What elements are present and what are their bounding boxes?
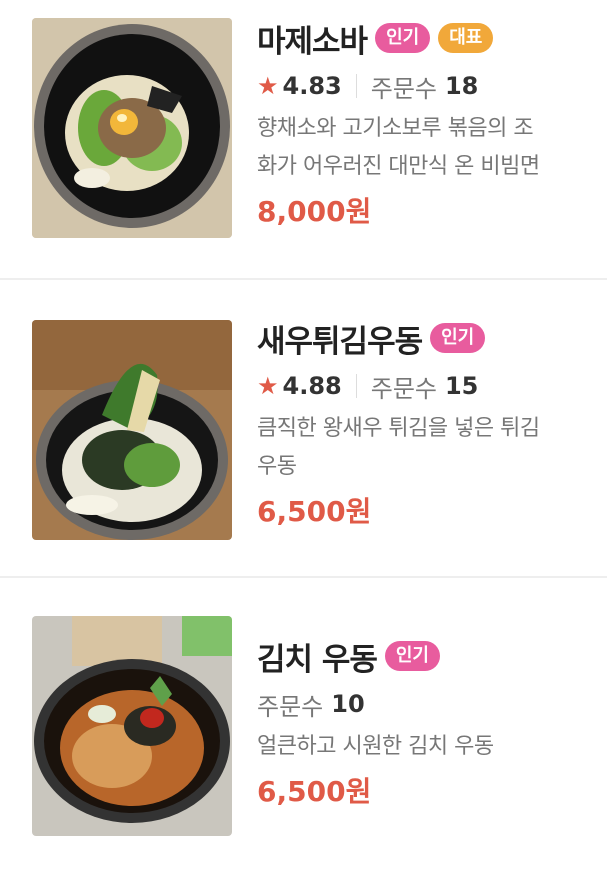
popular-badge: 인기 [384, 641, 440, 671]
menu-description: 향채소와 고기소보루 볶음의 조 화가 어우러진 대만식 온 비빔면 [257, 110, 593, 186]
menu-photo [32, 18, 232, 238]
menu-info: 김치 우동 인기 주문수 10 얼큰하고 시원한 김치 우동 6,500원 [257, 634, 593, 814]
menu-item-shrimp-tempura-udon[interactable]: 새우튀김우동 인기 ★ 4.88 주문수 15 큼직한 왕새우 튀김을 넣은 튀… [0, 280, 607, 576]
popular-badge: 인기 [430, 323, 486, 353]
orders-label: 주문수 [257, 692, 324, 721]
orders-count: 15 [444, 372, 479, 400]
star-icon: ★ [257, 372, 279, 400]
menu-price: 6,500원 [257, 775, 372, 808]
menu-price: 8,000원 [257, 195, 372, 228]
orders-label: 주문수 [370, 374, 437, 403]
signature-badge: 대표 [438, 23, 494, 53]
menu-price: 6,500원 [257, 495, 372, 528]
menu-info: 새우튀김우동 인기 ★ 4.88 주문수 15 큼직한 왕새우 튀김을 넣은 튀… [257, 316, 593, 534]
menu-photo [32, 616, 232, 836]
description-line: 향채소와 고기소보루 볶음의 조 [257, 116, 534, 141]
menu-name: 김치 우동 [257, 641, 378, 678]
menu-description: 얼큰하고 시원한 김치 우동 [257, 728, 593, 766]
rating-value: 4.88 [282, 372, 342, 400]
menu-description: 큼직한 왕새우 튀김을 넣은 튀김 우동 [257, 410, 593, 486]
description-line: 우동 [257, 454, 297, 479]
description-line: 큼직한 왕새우 튀김을 넣은 튀김 [257, 416, 540, 441]
orders-count: 18 [444, 72, 479, 100]
menu-item-majesoba[interactable]: 마제소바 인기 대표 ★ 4.83 주문수 18 향채소와 고기소보루 볶음의 … [0, 0, 607, 278]
menu-info: 마제소바 인기 대표 ★ 4.83 주문수 18 향채소와 고기소보루 볶음의 … [257, 16, 593, 234]
star-icon: ★ [257, 72, 279, 100]
description-line: 얼큰하고 시원한 김치 우동 [257, 734, 494, 759]
menu-photo [32, 320, 232, 540]
menu-name: 마제소바 [257, 23, 368, 60]
stats-divider [355, 74, 357, 98]
rating-value: 4.83 [282, 72, 342, 100]
menu-name: 새우튀김우동 [257, 323, 423, 360]
description-line: 화가 어우러진 대만식 온 비빔면 [257, 154, 540, 179]
menu-item-kimchi-udon[interactable]: 김치 우동 인기 주문수 10 얼큰하고 시원한 김치 우동 6,500원 [0, 578, 607, 877]
orders-label: 주문수 [370, 74, 437, 103]
orders-count: 10 [331, 690, 365, 718]
popular-badge: 인기 [375, 23, 431, 53]
stats-divider [355, 374, 357, 398]
